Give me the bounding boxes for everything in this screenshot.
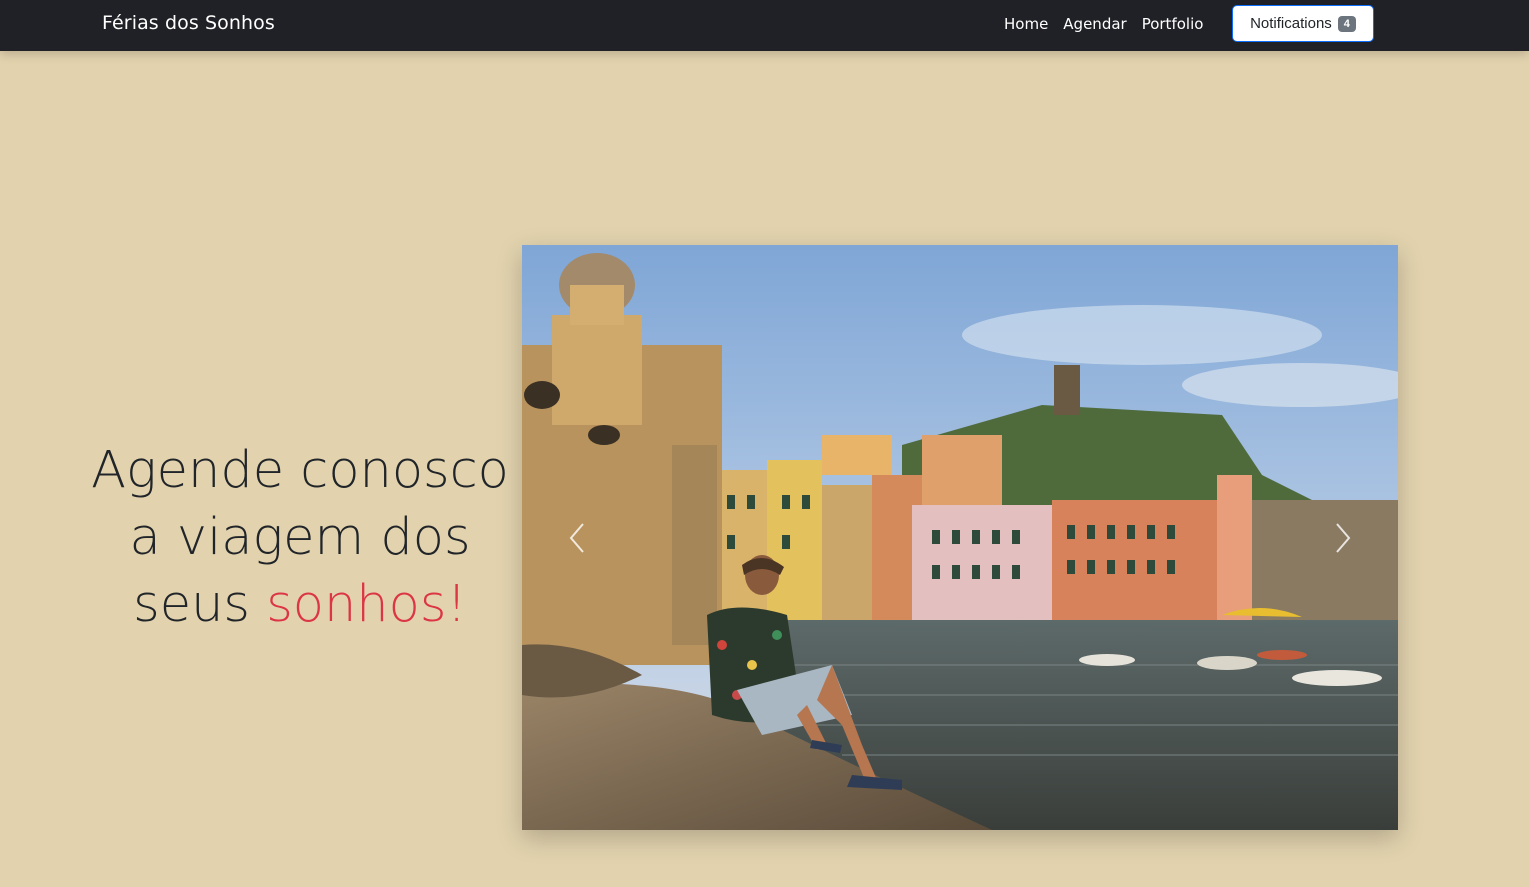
nav-link-agendar[interactable]: Agendar xyxy=(1063,15,1126,33)
carousel-next-button[interactable] xyxy=(1288,245,1398,830)
notifications-label: Notifications xyxy=(1250,15,1332,32)
hero-line-3-accent: sonhos! xyxy=(266,575,467,634)
hero-heading: Agende conosco a viagem dos seus sonhos! xyxy=(80,437,520,638)
brand-link[interactable]: Férias dos Sonhos xyxy=(102,12,275,34)
hero-line-2: a viagem dos xyxy=(129,508,471,567)
navbar: Férias dos Sonhos Home Agendar Portfolio… xyxy=(0,0,1529,51)
carousel-photo xyxy=(522,245,1398,830)
hero-line-3-plain: seus xyxy=(133,575,250,634)
image-carousel xyxy=(522,245,1398,830)
chevron-left-icon xyxy=(569,522,584,553)
chevron-right-icon xyxy=(1336,522,1351,553)
nav-link-portfolio[interactable]: Portfolio xyxy=(1142,15,1204,33)
hero-line-1: Agende conosco xyxy=(91,441,509,500)
carousel-prev-button[interactable] xyxy=(522,245,632,830)
nav-link-home[interactable]: Home xyxy=(1004,15,1048,33)
nav-links: Home Agendar Portfolio xyxy=(1004,15,1203,33)
notifications-count-badge: 4 xyxy=(1337,15,1356,32)
notifications-button[interactable]: Notifications 4 xyxy=(1232,5,1374,42)
